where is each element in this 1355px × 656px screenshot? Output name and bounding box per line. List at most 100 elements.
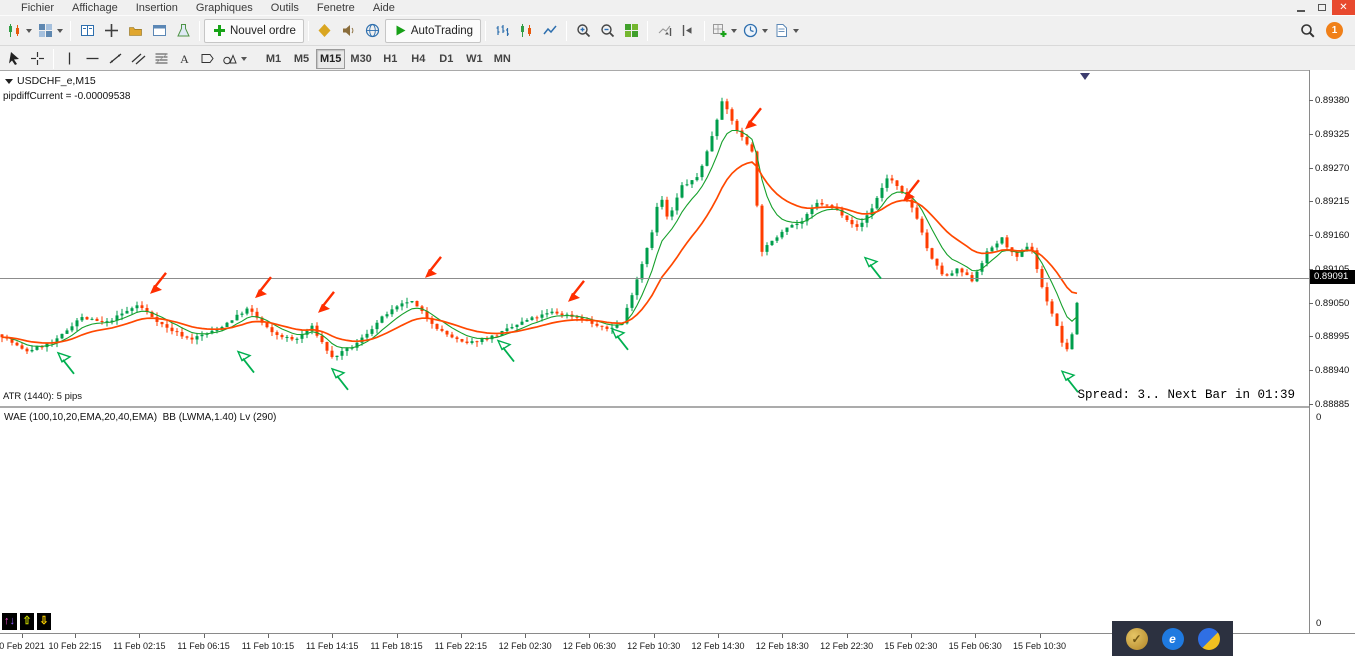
zoomin-icon [576, 23, 591, 38]
chart-candles-button[interactable] [514, 19, 538, 43]
periods-button[interactable] [740, 19, 771, 43]
timeframe-h4-button[interactable]: H4 [405, 49, 432, 69]
close-button[interactable]: ✕ [1332, 0, 1355, 15]
notification-badge[interactable]: 1 [1326, 22, 1343, 39]
zoom-in-button[interactable] [571, 19, 595, 43]
dropdown-caret-icon [241, 56, 247, 61]
label-tool[interactable] [196, 48, 219, 69]
browser-e-icon[interactable]: e [1161, 627, 1184, 650]
current-price-badge: 0.89091 [1310, 270, 1355, 285]
time-axis-label: 11 Feb 10:15 [241, 641, 295, 651]
menu-item-affichage[interactable]: Affichage [63, 1, 127, 15]
profiles-button[interactable] [35, 19, 66, 43]
timeframe-m15-button[interactable]: M15 [316, 48, 346, 69]
metaeditor-button[interactable] [313, 19, 337, 43]
autotrading-button[interactable]: AutoTrading [384, 18, 482, 43]
time-axis-tick [267, 634, 269, 638]
timeframe-m5-button[interactable]: M5 [288, 49, 315, 69]
arrow-up-button[interactable]: ⇧ [20, 613, 34, 630]
channel-tool[interactable] [127, 48, 150, 69]
linechart-icon [542, 23, 558, 38]
vertical-line-tool[interactable] [58, 48, 81, 69]
menu-item-graphiques[interactable]: Graphiques [187, 1, 262, 15]
toolbar-separator [647, 20, 649, 41]
menu-item-fenetre[interactable]: Fenetre [308, 1, 364, 15]
autoscroll-icon [657, 23, 672, 38]
fibonacci-tool[interactable] [150, 48, 173, 69]
indicators-button[interactable] [709, 19, 740, 43]
wae-scale-top: 0 [1316, 412, 1322, 423]
diamond-icon [317, 23, 332, 38]
panel-icon [152, 23, 167, 38]
menu-item-outils[interactable]: Outils [262, 1, 308, 15]
maximize-button[interactable] [1311, 0, 1332, 15]
wae-indicator-pane[interactable]: WAE (100,10,20,EMA,20,40,EMA) BB (LWMA,1… [0, 408, 1309, 633]
timeframe-w1-button[interactable]: W1 [461, 49, 488, 69]
chart-bars-button[interactable] [490, 19, 514, 43]
channel-icon [131, 51, 146, 66]
crosshair-tool[interactable] [26, 48, 49, 69]
trendline-tool[interactable] [104, 48, 127, 69]
time-axis-tick [910, 634, 912, 638]
sounds-button[interactable] [337, 19, 361, 43]
strategy-tester-button[interactable] [171, 19, 195, 43]
market-watch-button[interactable] [75, 19, 99, 43]
arrow-glyph-icon: ↓ [9, 615, 16, 627]
zoomout-icon [600, 23, 615, 38]
pipdiff-label: pipdiffCurrent = -0.00009538 [3, 91, 131, 102]
chart-window: USDCHF_e,M15 pipdiffCurrent = -0.0000953… [0, 70, 1355, 633]
news-button[interactable] [361, 19, 385, 43]
menu-item-insertion[interactable]: Insertion [127, 1, 187, 15]
timeframe-d1-button[interactable]: D1 [433, 49, 460, 69]
maximize-icon [1317, 4, 1326, 11]
search-button[interactable] [1295, 19, 1319, 43]
price-chart-pane[interactable]: USDCHF_e,M15 pipdiffCurrent = -0.0000953… [0, 70, 1309, 406]
time-axis-label: 15 Feb 10:30 [1012, 641, 1067, 651]
clock-icon [743, 23, 758, 38]
chart-shift-button[interactable] [676, 19, 700, 43]
shapes-tool[interactable] [219, 48, 250, 69]
time-axis-tick [782, 634, 784, 638]
color-app-icon[interactable] [1197, 627, 1220, 650]
auto-scroll-button[interactable] [652, 19, 676, 43]
wae-scale-bottom: 0 [1316, 618, 1322, 629]
timeframe-m1-button[interactable]: M1 [260, 49, 287, 69]
timeframe-h1-button[interactable]: H1 [377, 49, 404, 69]
time-axis-label: 12 Feb 14:30 [691, 641, 745, 651]
candles-icon [7, 23, 22, 38]
coin-icon[interactable]: ✓ [1125, 627, 1148, 650]
tile-windows-button[interactable] [619, 19, 643, 43]
text-tool[interactable]: A [173, 48, 196, 69]
menu-item-fichier[interactable]: Fichier [12, 1, 63, 15]
horizontal-line-tool[interactable] [81, 48, 104, 69]
new-order-button[interactable]: Nouvel ordre [204, 18, 304, 43]
arrow-down-button[interactable]: ⇩ [37, 613, 51, 630]
book-icon [80, 23, 95, 38]
new-chart-button[interactable] [4, 19, 35, 43]
timeframe-mn-button[interactable]: MN [489, 49, 516, 69]
vline-icon [62, 51, 77, 66]
price-axis[interactable]: 0 0 0.89380 0.89325 0.89270 0.89215 0.89160 0… [1308, 70, 1355, 633]
arrows-updown-button[interactable]: ↑ ↓ [2, 613, 17, 630]
chart-canvas[interactable] [0, 71, 1309, 406]
cursor-tool[interactable] [3, 48, 26, 69]
price-axis-label: 0.89325 [1308, 128, 1350, 140]
timeframe-m30-button[interactable]: M30 [346, 49, 375, 69]
navigator-button[interactable] [123, 19, 147, 43]
plus-icon [212, 23, 227, 38]
chart-line-button[interactable] [538, 19, 562, 43]
minimize-button[interactable] [1290, 0, 1311, 15]
menu-item-aide[interactable]: Aide [364, 1, 404, 15]
mt4-application-window: Fichier Affichage Insertion Graphiques Outil… [0, 0, 1355, 656]
zoom-out-button[interactable] [595, 19, 619, 43]
symbol-label: USDCHF_e,M15 [5, 75, 96, 87]
time-axis-label: 0 Feb 2021 [0, 641, 45, 651]
chart-shift-marker-icon[interactable] [1080, 73, 1090, 80]
data-window-button[interactable] [99, 19, 123, 43]
time-axis-tick [22, 634, 23, 638]
time-axis-tick [653, 634, 655, 638]
time-axis-tick [718, 634, 719, 638]
templates-button[interactable] [771, 19, 802, 43]
terminal-button[interactable] [147, 19, 171, 43]
time-axis-label: 11 Feb 02:15 [113, 641, 166, 651]
